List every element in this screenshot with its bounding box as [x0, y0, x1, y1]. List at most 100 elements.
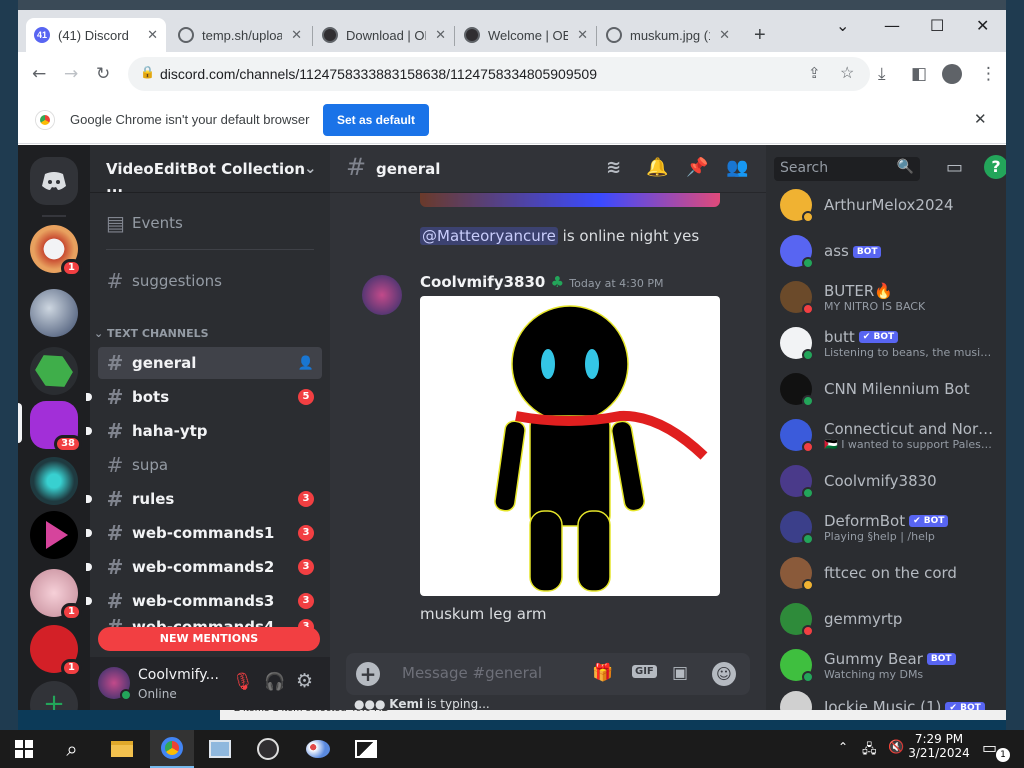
inbox-icon[interactable]: ▭ — [946, 157, 963, 178]
member-item[interactable]: Connecticut and Nort... 🇵🇸 I wanted to su… — [774, 413, 1002, 457]
side-panel-icon[interactable]: ◧ — [911, 64, 927, 84]
member-item[interactable]: Coolvmify3830 — [774, 459, 1002, 503]
avatar[interactable] — [362, 275, 402, 315]
direct-messages-icon[interactable] — [30, 157, 78, 205]
forward-icon[interactable]: → — [64, 64, 78, 84]
file-explorer-icon[interactable] — [100, 730, 144, 768]
volume-muted-icon[interactable]: 🔇 — [888, 740, 904, 755]
server-icon-group[interactable] — [30, 289, 78, 337]
search-icon[interactable]: ⌕ — [50, 730, 94, 768]
back-icon[interactable]: ← — [32, 64, 46, 84]
server-icon-teal[interactable] — [30, 457, 78, 505]
member-item[interactable]: Jockie Music (1) ✔ BOT — [774, 685, 1002, 710]
message-author[interactable]: Coolvmify3830 ♣ Today at 4:30 PM — [420, 273, 663, 291]
server-icon-anime[interactable]: 1 — [30, 569, 82, 621]
photos-icon[interactable] — [344, 730, 388, 768]
bookmark-star-icon[interactable]: ☆ — [840, 63, 854, 83]
download-icon[interactable]: ⤓ — [878, 64, 886, 84]
close-tab-icon[interactable]: ✕ — [719, 27, 730, 43]
previous-image-attachment[interactable] — [420, 193, 720, 207]
notifications-icon[interactable]: ▭ — [982, 738, 997, 757]
paint-app-icon[interactable] — [296, 730, 340, 768]
member-name: fttcec on the cord — [824, 564, 957, 582]
network-icon[interactable]: 🖧 — [862, 740, 877, 762]
muskum-image-attachment[interactable] — [420, 296, 720, 596]
category-header[interactable]: ⌄ TEXT CHANNELS — [94, 327, 209, 340]
member-item[interactable]: DeformBot ✔ BOT Playing §help | /help — [774, 505, 1002, 549]
server-icon-green[interactable] — [30, 347, 78, 395]
member-list-icon[interactable]: 👥 — [726, 157, 748, 178]
emoji-icon[interactable]: ☺ — [712, 662, 736, 686]
minimize-icon[interactable]: — — [884, 16, 900, 35]
member-item[interactable]: gemmyrtp — [774, 597, 1002, 641]
tray-chevron-icon[interactable]: ⌃ — [838, 740, 848, 754]
obs-icon[interactable] — [246, 730, 290, 768]
threads-icon[interactable]: ≋ — [606, 157, 621, 178]
channel-web-commands3[interactable]: # web-commands3 3 — [98, 585, 322, 617]
new-tab-button[interactable]: + — [746, 18, 774, 52]
close-tab-icon[interactable]: ✕ — [435, 27, 446, 43]
tab-welcome-obs[interactable]: Welcome | OB ✕ — [456, 18, 596, 52]
gift-icon[interactable]: 🎁 — [592, 663, 613, 683]
member-item[interactable]: BUTER🔥 MY NITRO IS BACK — [774, 275, 1002, 319]
channel-supa[interactable]: # supa — [98, 449, 322, 481]
channel-general[interactable]: # general 👤 — [98, 347, 322, 379]
close-infobar-icon[interactable]: ✕ — [974, 110, 987, 128]
attach-plus-icon[interactable]: + — [356, 662, 380, 686]
maximize-icon[interactable]: ☐ — [930, 16, 944, 35]
server-icon-clown[interactable]: 1 — [30, 225, 82, 277]
server-header[interactable]: VideoEditBot Collection ... ⌄ — [90, 145, 330, 196]
search-input[interactable]: Search 🔍 — [774, 157, 920, 181]
channel-haha-ytp[interactable]: # haha-ytp — [98, 415, 322, 447]
gear-icon[interactable]: ⚙ — [296, 670, 313, 692]
sticker-icon[interactable]: ▣ — [672, 663, 688, 683]
address-bar[interactable]: 🔒 discord.com/channels/11247583338831586… — [128, 57, 870, 91]
server-icon-play[interactable] — [30, 511, 78, 559]
tab-tempsh[interactable]: temp.sh/uploa ✕ — [170, 18, 310, 52]
chrome-icon[interactable] — [150, 730, 194, 768]
member-item[interactable]: fttcec on the cord — [774, 551, 1002, 595]
channel-bots[interactable]: # bots 5 — [98, 381, 322, 413]
close-tab-icon[interactable]: ✕ — [577, 27, 588, 43]
channel-web-commands2[interactable]: # web-commands2 3 — [98, 551, 322, 583]
add-server-icon[interactable]: + — [30, 681, 78, 710]
add-member-icon[interactable]: 👤 — [298, 356, 314, 371]
close-tab-icon[interactable]: ✕ — [147, 27, 158, 43]
new-mentions-button[interactable]: NEW MENTIONS — [98, 627, 320, 651]
menu-kebab-icon[interactable]: ⋮ — [980, 64, 997, 84]
channel-web-commands1[interactable]: # web-commands1 3 — [98, 517, 322, 549]
reload-icon[interactable]: ↻ — [96, 64, 110, 84]
headphones-deafened-icon[interactable]: 🎧 — [264, 672, 285, 692]
share-icon[interactable]: ⇪ — [808, 64, 821, 82]
clock[interactable]: 7:29 PM 3/21/2024 — [908, 732, 970, 760]
tab-discord[interactable]: 41 (41) Discord | # ✕ — [26, 18, 166, 52]
message-input[interactable]: Message #general — [402, 664, 542, 682]
server-icon-red[interactable]: 1 — [30, 625, 82, 677]
message-composer[interactable]: + Message #general 🎁 GIF ▣ ☺ — [346, 653, 750, 695]
pin-icon[interactable]: 📌 — [686, 157, 708, 178]
member-item[interactable]: ArthurMelox2024 — [774, 183, 1002, 227]
tab-search-icon[interactable]: ⌄ — [836, 16, 849, 35]
paint-icon[interactable] — [198, 730, 242, 768]
events-item[interactable]: ▤ Events — [98, 207, 322, 239]
mic-muted-icon[interactable]: 🎙 — [232, 672, 254, 692]
member-item[interactable]: CNN Milennium Bot — [774, 367, 1002, 411]
member-item[interactable]: Gummy Bear BOT Watching my DMs — [774, 643, 1002, 687]
bell-icon[interactable]: 🔔 — [646, 157, 668, 178]
avatar[interactable] — [98, 667, 132, 701]
help-icon[interactable]: ? — [984, 155, 1006, 179]
windows-start-icon[interactable] — [2, 730, 46, 768]
close-tab-icon[interactable]: ✕ — [291, 27, 302, 43]
profile-avatar-icon[interactable] — [942, 64, 962, 84]
tab-download-obs[interactable]: Download | OB ✕ — [314, 18, 454, 52]
gif-icon[interactable]: GIF — [632, 665, 657, 678]
member-item[interactable]: ass BOT — [774, 229, 1002, 273]
server-icon-videoeditbot[interactable]: 38 — [30, 401, 82, 453]
member-item[interactable]: butt ✔ BOT Listening to beans, the music..… — [774, 321, 1002, 365]
tab-muskum[interactable]: muskum.jpg (1 ✕ — [598, 18, 738, 52]
channel-suggestions[interactable]: # suggestions — [98, 265, 322, 297]
user-mention[interactable]: @Matteoryancure — [420, 227, 558, 245]
close-window-icon[interactable]: ✕ — [976, 16, 989, 35]
set-as-default-button[interactable]: Set as default — [323, 104, 429, 136]
channel-rules[interactable]: # rules 3 — [98, 483, 322, 515]
